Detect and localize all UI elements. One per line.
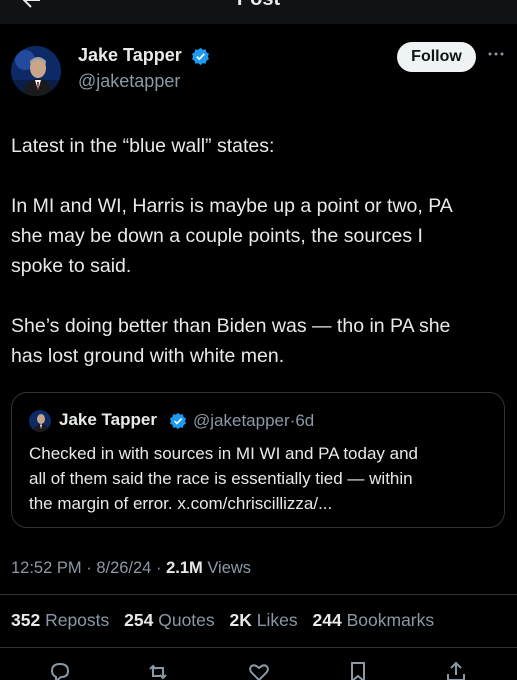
verified-badge-icon [169, 412, 187, 430]
likes-stat[interactable]: 2K Likes [230, 610, 298, 630]
verified-badge-icon [192, 47, 209, 66]
engagement-stats: 352 Reposts 254 Quotes 2K Likes 244 Book… [11, 610, 444, 631]
reply-icon[interactable] [48, 660, 72, 680]
reposts-count: 352 [11, 610, 41, 630]
more-horizontal-icon[interactable] [486, 49, 506, 59]
bookmarks-label: Bookmarks [346, 610, 435, 630]
action-bar [0, 660, 517, 680]
quoted-line: Checked in with sources in MI WI and PA … [29, 444, 418, 463]
bookmark-icon[interactable] [346, 660, 370, 680]
quoted-age: 6d [295, 411, 315, 430]
tweet-line: She’s doing better than Biden was — tho … [11, 315, 451, 337]
avatar[interactable] [11, 46, 61, 96]
separator: · [155, 559, 162, 577]
views-count: 2.1M [166, 559, 203, 577]
repost-icon[interactable] [146, 660, 170, 680]
author-handle[interactable]: @jaketapper [78, 71, 180, 92]
quoted-text: Checked in with sources in MI WI and PA … [29, 441, 494, 516]
bookmarks-count: 244 [312, 610, 342, 630]
tweet-line: spoke to said. [11, 255, 132, 277]
quoted-line: the margin of error. x.com/chriscillizza… [29, 494, 333, 513]
quoted-avatar [29, 410, 51, 432]
likes-label: Likes [256, 610, 298, 630]
quoted-meta: @jaketapper·6d [193, 411, 314, 431]
like-icon[interactable] [247, 660, 271, 680]
divider [0, 647, 517, 648]
divider [0, 594, 517, 595]
follow-button[interactable]: Follow [397, 42, 476, 72]
tweet-line: has lost ground with white men. [11, 345, 285, 367]
tweet-text: Latest in the “blue wall” states: In MI … [11, 131, 511, 371]
reposts-stat[interactable]: 352 Reposts [11, 610, 109, 630]
bookmarks-stat[interactable]: 244 Bookmarks [313, 610, 435, 630]
top-bar: Post [0, 0, 517, 24]
likes-count: 2K [229, 610, 252, 630]
page-title: Post [0, 0, 517, 11]
quoted-tweet-card[interactable]: Jake Tapper @jaketapper·6d Checked in wi… [11, 392, 505, 528]
post-page: Post Jake Tapper @jaketapper Follow Late… [0, 0, 517, 680]
quoted-author-name: Jake Tapper [59, 410, 157, 429]
separator: · [86, 559, 92, 577]
share-icon[interactable] [444, 660, 468, 680]
post-date: 8/26/24 [96, 559, 152, 577]
tweet-line: Latest in the “blue wall” states: [11, 135, 275, 157]
quoted-handle: @jaketapper [193, 411, 290, 430]
tweet-line: she may be down a couple points, the sou… [11, 225, 423, 247]
tweet-line: In MI and WI, Harris is maybe up a point… [11, 195, 453, 217]
quotes-label: Quotes [158, 610, 215, 630]
quotes-stat[interactable]: 254 Quotes [124, 610, 215, 630]
reposts-label: Reposts [45, 610, 110, 630]
quoted-line: all of them said the race is essentially… [29, 469, 413, 488]
post-meta: 12:52 PM · 8/26/24 · 2.1M Views [11, 559, 251, 578]
author-name[interactable]: Jake Tapper [78, 45, 182, 66]
quotes-count: 254 [124, 610, 154, 630]
post-time: 12:52 PM [11, 559, 82, 577]
views-label: Views [207, 559, 252, 577]
